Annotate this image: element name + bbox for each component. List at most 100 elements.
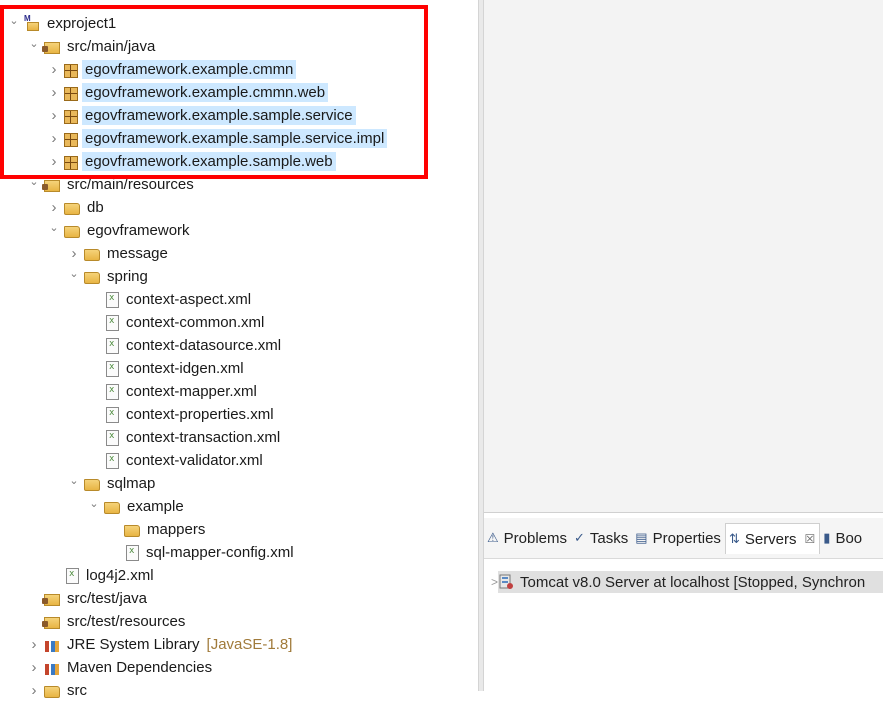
tree-item[interactable]: context-mapper.xml [86, 380, 260, 403]
chevron-right-icon[interactable]: › [66, 245, 82, 262]
folder-icon [84, 479, 100, 491]
tab-servers[interactable]: ⇅ Servers ☒ [724, 523, 821, 554]
tab-properties[interactable]: ▤ Properties [632, 524, 725, 553]
tree-item[interactable]: ⌄ src/main/java [26, 35, 158, 58]
tab-label: Tasks [589, 529, 629, 547]
tree-item-label: message [107, 245, 168, 262]
tree-item[interactable]: › egovframework.example.cmmn [46, 58, 297, 81]
chevron-right-icon[interactable]: › [26, 636, 42, 653]
tree-item[interactable]: › egovframework.example.sample.service.im… [46, 127, 388, 150]
xml-file-icon [106, 406, 119, 423]
tree-item[interactable]: › egovframework.example.sample.web [46, 150, 336, 173]
tab-tasks[interactable]: ✓ Tasks [571, 524, 632, 553]
tree-item[interactable]: mappers [106, 518, 208, 541]
chevron-right-icon[interactable]: › [46, 84, 62, 101]
chevron-down-icon[interactable]: ⌄ [26, 37, 42, 50]
package-icon [64, 155, 78, 170]
chevron-down-icon[interactable]: ⌄ [46, 221, 62, 234]
tree-item[interactable]: › Maven Dependencies [26, 656, 215, 679]
chevron-down-icon[interactable]: ⌄ [6, 14, 22, 27]
servers-icon: ⇅ [728, 531, 740, 546]
tree-item[interactable]: ⌄ exproject1 [6, 12, 119, 35]
bookmarks-icon: ▮ [823, 530, 831, 545]
chevron-right-icon[interactable]: › [46, 107, 62, 124]
tree-item[interactable]: context-idgen.xml [86, 357, 247, 380]
tree-item[interactable]: context-validator.xml [86, 449, 266, 472]
folder-icon [84, 272, 100, 284]
tree-item-label: exproject1 [47, 15, 117, 32]
tree-item[interactable]: › egovframework.example.cmmn.web [46, 81, 329, 104]
source-folder-icon [42, 617, 60, 629]
tab-label: Servers [744, 530, 797, 548]
package-icon [64, 109, 78, 124]
tree-item-label: context-common.xml [126, 314, 265, 331]
tree-item-label: src/test/java [67, 590, 148, 607]
chevron-down-icon[interactable]: ⌄ [66, 267, 82, 280]
server-entry-selection[interactable]: Tomcat v8.0 Server at localhost [Stopped… [498, 571, 883, 593]
server-entry-label: Tomcat v8.0 Server at localhost [Stopped… [520, 573, 866, 591]
tree-item-label: src/main/java [67, 38, 156, 55]
tree-item-label: context-transaction.xml [126, 429, 281, 446]
tab-boo[interactable]: ▮ Boo [820, 524, 866, 553]
tree-item[interactable]: src/test/java [26, 587, 150, 610]
tree-item-label: egovframework.example.sample.service [82, 106, 356, 125]
tree-item-label: spring [107, 268, 148, 285]
source-folder-icon [42, 180, 60, 192]
chevron-right-icon[interactable]: › [26, 659, 42, 676]
close-icon[interactable]: ☒ [805, 532, 816, 546]
chevron-right-icon[interactable]: › [46, 199, 62, 216]
tree-item[interactable]: › JRE System Library [JavaSE-1.8] [26, 633, 293, 656]
chevron-right-icon[interactable]: › [46, 61, 62, 78]
tree-item[interactable]: › egovframework.example.sample.service [46, 104, 356, 127]
tree-item-label: example [127, 498, 184, 515]
tree-item[interactable]: ⌄ src/main/resources [26, 173, 197, 196]
folder-icon [124, 525, 140, 537]
chevron-down-icon[interactable]: ⌄ [26, 175, 42, 188]
tree-item[interactable]: context-datasource.xml [86, 334, 284, 357]
tree-item-label: context-aspect.xml [126, 291, 252, 308]
tree-item-label: mappers [147, 521, 206, 538]
properties-icon: ▤ [635, 530, 648, 545]
folder-icon [84, 249, 100, 261]
tree-item[interactable]: › message [66, 242, 171, 265]
tree-item[interactable]: context-transaction.xml [86, 426, 283, 449]
source-folder-icon [42, 42, 60, 54]
folder-icon [104, 502, 120, 514]
tree-item[interactable]: ⌄ example [86, 495, 187, 518]
tree-item-label: JRE System Library [67, 636, 200, 653]
tree-item[interactable]: ⌄ sqlmap [66, 472, 158, 495]
tree-item[interactable]: context-properties.xml [86, 403, 277, 426]
library-icon [44, 637, 60, 653]
project-icon [24, 14, 40, 32]
chevron-down-icon[interactable]: ⌄ [86, 497, 102, 510]
chevron-right-icon[interactable]: > [491, 575, 498, 589]
xml-file-icon [106, 360, 119, 377]
chevron-down-icon[interactable]: ⌄ [66, 474, 82, 487]
tree-item[interactable]: › db [46, 196, 107, 219]
tree-item[interactable]: sql-mapper-config.xml [106, 541, 297, 564]
tree-item[interactable]: context-common.xml [86, 311, 267, 334]
tab-problems[interactable]: ⚠ Problems [484, 524, 571, 553]
problems-icon: ⚠ [487, 530, 499, 545]
tree-item[interactable]: ⌄ egovframework [46, 219, 193, 242]
package-icon [64, 86, 78, 101]
chevron-right-icon[interactable]: › [46, 130, 62, 147]
tree-item[interactable]: ⌄ spring [66, 265, 151, 288]
tree-item[interactable]: log4j2.xml [46, 564, 157, 587]
xml-file-icon [106, 291, 119, 308]
server-list-item[interactable]: > Tomcat v8.0 Server at localhost [Stopp… [484, 569, 883, 595]
tree-item-label: egovframework.example.sample.web [82, 152, 336, 171]
tasks-icon: ✓ [574, 530, 585, 545]
tree-item[interactable]: context-aspect.xml [86, 288, 254, 311]
tree-item-label: egovframework.example.cmmn.web [82, 83, 329, 102]
tree-item-label: sql-mapper-config.xml [146, 544, 294, 561]
chevron-right-icon[interactable]: › [46, 153, 62, 170]
xml-file-icon [106, 452, 119, 469]
tree-item[interactable]: src/test/resources [26, 610, 188, 633]
xml-file-icon [106, 429, 119, 446]
folder-icon [64, 226, 80, 238]
jre-version-decoration: [JavaSE-1.8] [206, 636, 293, 653]
tree-item-label: src/main/resources [67, 176, 194, 193]
tree-item-label: Maven Dependencies [67, 659, 213, 676]
xml-file-icon [106, 383, 119, 400]
